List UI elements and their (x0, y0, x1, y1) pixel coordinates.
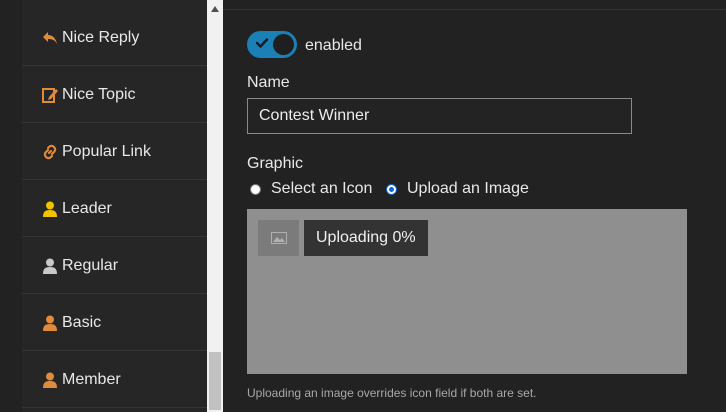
scrollbar-thumb[interactable] (209, 352, 221, 410)
upload-image-radio[interactable] (386, 183, 397, 195)
sidebar-item-label: Member (62, 370, 121, 388)
link-icon (40, 142, 60, 162)
reply-icon (40, 28, 60, 48)
select-icon-option[interactable]: Select an Icon (250, 180, 372, 198)
toggle-label: enabled (305, 37, 362, 54)
sidebar-item-label: Nice Topic (62, 85, 136, 103)
name-label: Name (247, 74, 290, 91)
sidebar-item-label: Popular Link (62, 142, 151, 160)
select-icon-radio[interactable] (250, 183, 261, 195)
sidebar-item-label: Nice Reply (62, 28, 140, 46)
user-icon (40, 199, 60, 219)
check-icon (255, 36, 269, 55)
badge-edit-form: enabled Name Graphic Select an Icon Uplo… (223, 10, 726, 412)
user-icon (40, 256, 60, 276)
sidebar-item-label: Basic (62, 313, 102, 331)
sidebar-item-member[interactable]: Member (22, 352, 207, 408)
upload-status-button[interactable]: Uploading 0% (304, 220, 428, 256)
upload-help-text: Uploading an image overrides icon field … (247, 386, 537, 400)
enabled-toggle[interactable] (247, 31, 297, 58)
sidebar-item-nice-topic[interactable]: Nice Topic (22, 67, 207, 123)
graphic-label: Graphic (247, 155, 304, 172)
select-icon-label: Select an Icon (271, 180, 373, 197)
sidebar-item-basic[interactable]: Basic (22, 295, 207, 351)
edit-topic-icon (40, 85, 60, 105)
scroll-up-arrow-icon[interactable] (207, 6, 223, 18)
sidebar-item-label: Leader (62, 199, 112, 217)
badge-sidebar: Nice Reply Nice Topic Popular Link Leade… (22, 0, 207, 412)
user-icon (40, 370, 60, 390)
sidebar-scrollbar[interactable] (207, 0, 223, 412)
image-upload-area[interactable]: Uploading 0% (247, 209, 687, 374)
page-left-edge (0, 0, 23, 412)
sidebar-item-popular-link[interactable]: Popular Link (22, 124, 207, 180)
upload-image-option[interactable]: Upload an Image (386, 180, 529, 198)
sidebar-item-nice-reply[interactable]: Nice Reply (22, 10, 207, 66)
name-input[interactable] (247, 98, 632, 134)
sidebar-item-regular[interactable]: Regular (22, 238, 207, 294)
sidebar-item-label: Regular (62, 256, 119, 274)
upload-image-label: Upload an Image (407, 180, 529, 197)
image-placeholder-icon (258, 220, 299, 256)
user-icon (40, 313, 60, 333)
toggle-knob (273, 34, 294, 55)
top-divider (223, 0, 726, 10)
sidebar-item-leader[interactable]: Leader (22, 181, 207, 237)
